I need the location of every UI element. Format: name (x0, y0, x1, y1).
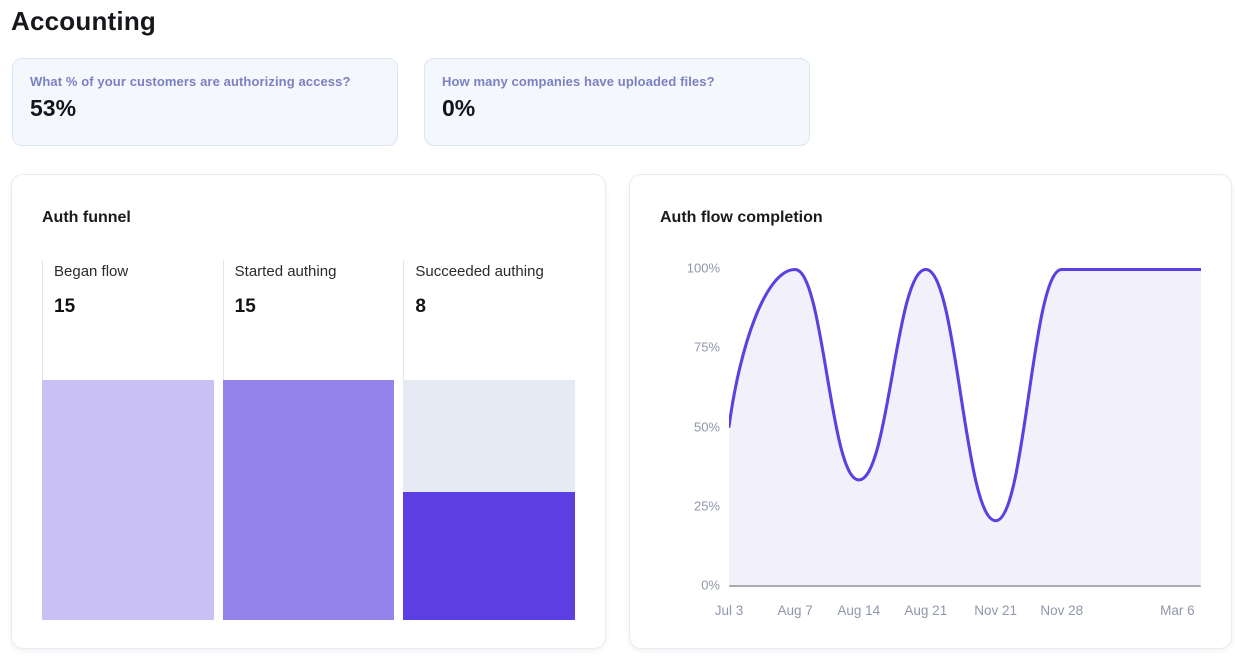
area-plot (729, 268, 1201, 585)
x-axis-line (729, 585, 1201, 587)
funnel-step-label: Began flow (54, 262, 214, 282)
funnel-column-head: Started authing 15 (223, 260, 395, 380)
funnel-column: Began flow 15 (42, 260, 214, 620)
stat-card-authorizing-access: What % of your customers are authorizing… (12, 58, 398, 146)
page-title: Accounting (11, 5, 1235, 37)
y-tick-label: 75% (694, 340, 720, 355)
funnel-step-label: Succeeded authing (415, 262, 575, 282)
auth-flow-completion-chart: 100%75%50%25%0% Jul 3Aug 7Aug 14Aug 21No… (660, 268, 1201, 621)
funnel-column: Started authing 15 (223, 260, 395, 620)
funnel-step-label: Started authing (235, 262, 395, 282)
x-tick-label: Nov 21 (974, 603, 1017, 618)
funnel-bar-track (403, 380, 575, 620)
funnel-bar (403, 492, 575, 620)
auth-flow-completion-title: Auth flow completion (660, 209, 1201, 227)
auth-flow-completion-card: Auth flow completion 100% 75% 50% 25% 0% Jul… (629, 174, 1232, 649)
funnel-step-value: 15 (235, 296, 395, 318)
y-tick-label: 50% (694, 419, 720, 434)
y-tick-label: 100% (687, 261, 720, 276)
stat-value: 53% (30, 95, 380, 122)
stat-cards-row: What % of your customers are authorizing… (12, 58, 1235, 146)
funnel-bar (223, 380, 395, 620)
funnel-bar-track (42, 380, 214, 620)
x-tick-label: Mar 6 (1160, 603, 1195, 618)
x-axis-ticks: Jul 3Aug 7Aug 14Aug 21Nov 21Nov 28Mar 6 (729, 603, 1201, 621)
funnel-bar-track (223, 380, 395, 620)
x-tick-label: Aug 7 (777, 603, 812, 618)
funnel-step-value: 8 (415, 296, 575, 318)
stat-card-uploaded-files: How many companies have uploaded files? … (424, 58, 810, 146)
funnel-column-head: Succeeded authing 8 (403, 260, 575, 380)
x-tick-label: Nov 28 (1040, 603, 1083, 618)
y-tick-label: 0% (701, 578, 720, 593)
x-tick-label: Aug 14 (837, 603, 880, 618)
funnel-step-value: 15 (54, 296, 214, 318)
auth-funnel-title: Auth funnel (42, 209, 575, 227)
stat-question: What % of your customers are authorizing… (30, 74, 380, 89)
funnel-column: Succeeded authing 8 (403, 260, 575, 620)
y-tick-label: 25% (694, 498, 720, 513)
stat-question: How many companies have uploaded files? (442, 74, 792, 89)
x-tick-label: Aug 21 (904, 603, 947, 618)
funnel-bar (42, 380, 214, 620)
charts-row: Auth funnel Began flow 15 Started authing 1… (11, 174, 1235, 649)
stat-value: 0% (442, 95, 792, 122)
auth-funnel-chart: Began flow 15 Started authing 15 Succeeded a… (42, 260, 575, 620)
auth-funnel-card: Auth funnel Began flow 15 Started authing 1… (11, 174, 606, 649)
x-tick-label: Jul 3 (715, 603, 744, 618)
plot-column: Jul 3Aug 7Aug 14Aug 21Nov 21Nov 28Mar 6 (729, 268, 1201, 621)
funnel-column-head: Began flow 15 (42, 260, 214, 380)
y-axis-ticks: 100%75%50%25%0% (660, 268, 720, 587)
